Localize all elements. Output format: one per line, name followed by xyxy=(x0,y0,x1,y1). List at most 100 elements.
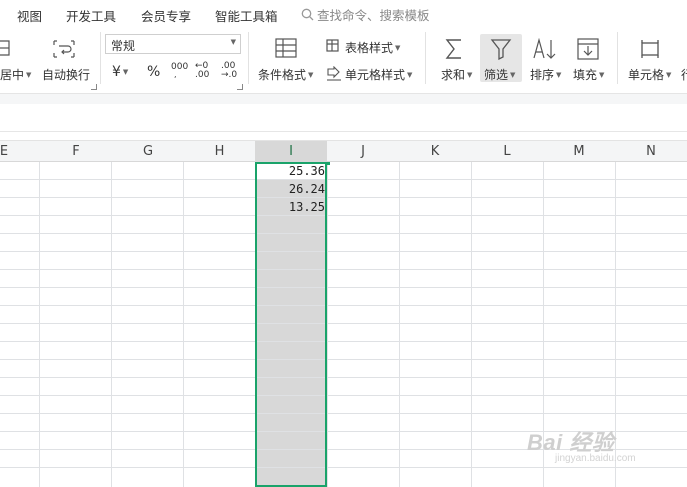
filter-icon xyxy=(490,39,512,60)
sum-label: 求和 xyxy=(441,68,466,82)
table-style-icon xyxy=(326,39,339,52)
column-header-i[interactable]: I xyxy=(255,141,327,162)
cell-style-icon xyxy=(327,66,341,81)
filter-button[interactable]: 筛选 ▼ xyxy=(480,34,522,82)
grid-line xyxy=(0,377,687,378)
grid-line xyxy=(0,269,687,270)
grid-line xyxy=(327,162,328,487)
chevron-down-icon: ▼ xyxy=(467,71,473,79)
grid-line xyxy=(0,251,687,252)
grid-line xyxy=(0,467,687,468)
wrap-text-button[interactable]: 自动换行 xyxy=(42,66,90,83)
number-format-select[interactable]: 常规 ▼ xyxy=(105,34,241,54)
decrease-decimal-bottom: .00 xyxy=(195,70,210,80)
sum-button[interactable]: 求和 ▼ xyxy=(441,66,472,83)
grid-line xyxy=(0,413,687,414)
column-header-j[interactable]: J xyxy=(327,141,399,162)
grid-line xyxy=(0,341,687,342)
number-dialog-launcher[interactable] xyxy=(237,84,243,90)
menu-view[interactable]: 视图 xyxy=(17,6,42,25)
grid-line xyxy=(0,233,687,234)
chevron-down-icon: ▼ xyxy=(308,71,314,79)
cell-style-button[interactable]: 单元格样式 ▼ xyxy=(345,66,412,83)
menu-member-exclusive[interactable]: 会员专享 xyxy=(141,6,191,25)
chevron-down-icon: ▼ xyxy=(510,71,516,79)
column-header-n[interactable]: N xyxy=(615,141,687,162)
grid-line xyxy=(0,359,687,360)
grid-line xyxy=(111,162,112,487)
increase-decimal-bottom: →.0 xyxy=(221,70,238,80)
chevron-down-icon: ▼ xyxy=(599,71,605,79)
wrap-text-icon[interactable] xyxy=(53,40,75,58)
column-header-l[interactable]: L xyxy=(471,141,543,162)
grid-line xyxy=(39,162,40,487)
filter-label-wrap: 筛选 ▼ xyxy=(484,66,515,83)
conditional-format-icon[interactable] xyxy=(275,38,297,58)
selection-border xyxy=(255,162,327,487)
merge-center-button[interactable]: 居中 ▼ xyxy=(0,66,31,83)
fill-handle[interactable] xyxy=(325,162,330,165)
column-header-f[interactable]: F xyxy=(40,141,112,162)
table-style-label: 表格样式 xyxy=(345,41,394,55)
grid-line xyxy=(471,162,472,487)
fill-icon[interactable] xyxy=(577,38,599,60)
column-header-m[interactable]: M xyxy=(543,141,615,162)
number-format-value: 常规 xyxy=(111,39,136,53)
sort-button[interactable]: 排序 ▼ xyxy=(530,66,561,83)
menu-developer-tools[interactable]: 开发工具 xyxy=(66,6,116,25)
ribbon-toolbar: 居中 ▼ 自动换行 常规 ▼ ¥ ▼ % 000, ←0.00 .00 →.0 条件格… xyxy=(0,26,687,93)
search-icon xyxy=(301,8,314,21)
formula-bar[interactable] xyxy=(0,104,687,132)
grid-line xyxy=(0,215,687,216)
menu-smart-toolbox[interactable]: 智能工具箱 xyxy=(215,6,278,25)
sort-label: 排序 xyxy=(530,68,555,82)
grid-line xyxy=(399,162,400,487)
merge-center-icon[interactable] xyxy=(0,40,14,56)
grid-line xyxy=(0,179,687,180)
column-header-h[interactable]: H xyxy=(184,141,255,162)
conditional-format-label: 条件格式 xyxy=(258,68,307,82)
currency-format-button[interactable]: ¥ ▼ xyxy=(112,64,128,80)
command-search[interactable]: 查找命令、搜索模板 xyxy=(301,5,430,24)
grid-line xyxy=(615,162,616,487)
ribbon-separator xyxy=(248,32,249,84)
chevron-down-icon: ▼ xyxy=(122,68,129,76)
cell-icon[interactable] xyxy=(638,39,662,59)
grid-line xyxy=(183,162,184,487)
alignment-dialog-launcher[interactable] xyxy=(91,84,97,90)
fill-label: 填充 xyxy=(573,68,598,82)
column-header-g[interactable]: G xyxy=(112,141,184,162)
grid-line xyxy=(0,305,687,306)
chevron-down-icon: ▼ xyxy=(230,38,236,46)
chevron-down-icon: ▼ xyxy=(395,44,401,52)
grid-line xyxy=(0,323,687,324)
column-header-e[interactable]: E xyxy=(0,141,40,162)
grid-line xyxy=(0,197,687,198)
watermark-url: jingyan.baidu.com xyxy=(555,453,636,464)
table-style-button[interactable]: 表格样式 ▼ xyxy=(345,39,400,56)
formula-bar-separator xyxy=(0,131,687,132)
grid-line xyxy=(0,395,687,396)
search-placeholder: 查找命令、搜索模板 xyxy=(317,8,430,23)
fill-button[interactable]: 填充 ▼ xyxy=(573,66,604,83)
ribbon-separator xyxy=(100,32,101,84)
column-header-k[interactable]: K xyxy=(399,141,471,162)
column-header-bar: E F G H I J K L M N xyxy=(0,140,687,162)
chevron-down-icon: ▼ xyxy=(407,71,413,79)
ribbon-separator xyxy=(617,32,618,84)
sum-icon[interactable] xyxy=(444,38,464,60)
filter-label: 筛选 xyxy=(484,68,509,82)
watermark-brand: Bai 经验 xyxy=(527,430,615,455)
chevron-down-icon: ▼ xyxy=(666,71,672,79)
ribbon-separator xyxy=(425,32,426,84)
percent-format-button[interactable]: % xyxy=(147,64,160,80)
grid-line xyxy=(0,287,687,288)
cell-button[interactable]: 单元格 ▼ xyxy=(628,66,671,83)
currency-symbol: ¥ xyxy=(112,64,121,80)
cell-label: 单元格 xyxy=(628,68,665,82)
decrease-decimal-button[interactable]: ←0.00 xyxy=(195,62,209,80)
row-column-button[interactable]: 行 xyxy=(681,66,687,83)
sort-icon[interactable] xyxy=(532,38,558,60)
conditional-format-button[interactable]: 条件格式 ▼ xyxy=(258,66,313,83)
increase-decimal-button[interactable]: .00 →.0 xyxy=(221,62,237,80)
